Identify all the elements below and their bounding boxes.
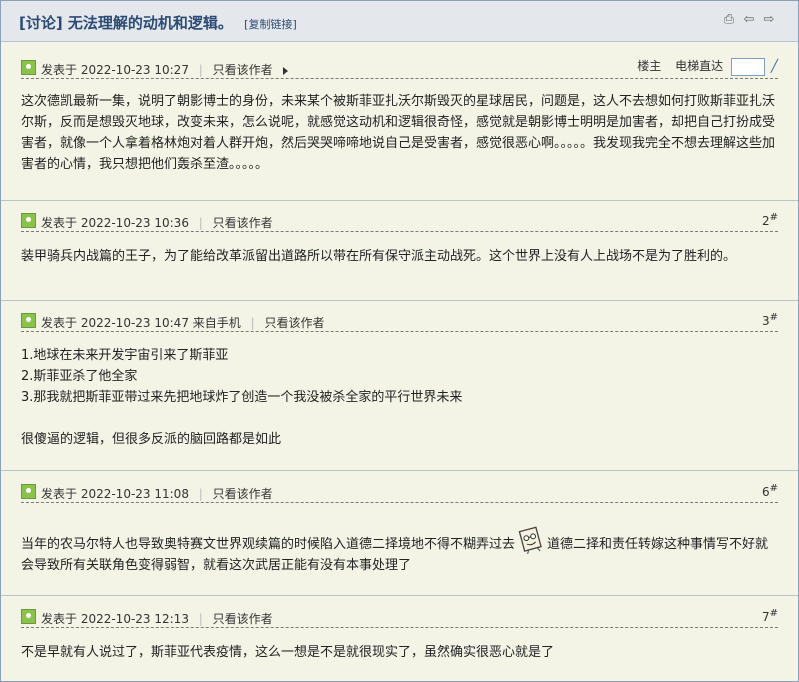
- floor-number[interactable]: 2#: [762, 212, 778, 228]
- post-tools: 楼主 电梯直达 ╱: [637, 57, 778, 76]
- post-body: 装甲骑兵内战篇的王子，为了能给改革派留出道路所以带在所有保守派主动战死。这个世界…: [21, 246, 778, 267]
- floor-mark: #: [769, 212, 778, 223]
- print-icon[interactable]: ⎙: [722, 13, 736, 27]
- prev-thread-icon[interactable]: ⇦: [742, 13, 756, 27]
- post-1: 发表于 2022-10-23 10:27 | 只看该作者 楼主 电梯直达 ╱ 这…: [1, 42, 798, 201]
- next-thread-icon[interactable]: ⇨: [762, 13, 776, 27]
- smiley-emoticon-icon: [517, 526, 545, 555]
- avatar-icon[interactable]: [21, 313, 36, 328]
- avatar-icon[interactable]: [21, 484, 36, 499]
- post-7: 发表于 2022-10-23 12:13 | 只看该作者 7# 不是早就有人说过…: [1, 596, 798, 681]
- jump-label: 电梯直达: [675, 59, 724, 73]
- avatar-icon[interactable]: [21, 213, 36, 228]
- floor-num: 3: [761, 314, 770, 328]
- jump-input[interactable]: [730, 57, 765, 76]
- post-line: 2.斯菲亚杀了他全家: [21, 369, 138, 384]
- thread-title-text: [讨论] 无法理解的动机和逻辑。: [19, 14, 233, 32]
- post-info: 发表于 2022-10-23 11:08 | 只看该作者: [41, 485, 273, 502]
- post-text: 当年的农马尔特人也导致奥特赛文世界观续篇的时候陷入道德二择境地不得不糊弄过去: [21, 537, 516, 552]
- post-line: 很傻逼的逻辑，但很多反派的脑回路都是如此: [21, 432, 282, 447]
- floor-num: 7: [761, 610, 770, 624]
- author-only-link[interactable]: 只看该作者: [213, 63, 273, 77]
- floor-number[interactable]: 6#: [762, 483, 778, 499]
- author-only-link[interactable]: 只看该作者: [213, 612, 273, 626]
- post-text: 这次德凯最新一集，说明了朝影博士的身份，未来某个被斯菲亚扎沃尔斯毁灭的星球居民，…: [21, 94, 776, 172]
- author-only-link[interactable]: 只看该作者: [213, 216, 273, 230]
- post-time: 发表于 2022-10-23 10:47 来自手机: [41, 316, 241, 330]
- post-body: 不是早就有人说过了，斯菲亚代表疫情，这么一想是不是就很现实了，虽然确实很恶心就是…: [21, 642, 778, 663]
- author-only-link[interactable]: 只看该作者: [264, 316, 324, 330]
- author-only-link[interactable]: 只看该作者: [213, 487, 273, 501]
- post-time: 发表于 2022-10-23 12:13: [41, 612, 189, 626]
- post-text: 不是早就有人说过了，斯菲亚代表疫情，这么一想是不是就很现实了，虽然确实很恶心就是…: [21, 645, 555, 660]
- floor-num: 2: [761, 214, 770, 228]
- thread-title: [讨论] 无法理解的动机和逻辑。 [复制链接]: [19, 12, 297, 33]
- post-2: 发表于 2022-10-23 10:36 | 只看该作者 2# 装甲骑兵内战篇的…: [1, 201, 798, 301]
- post-time: 发表于 2022-10-23 11:08: [41, 487, 189, 501]
- floor-num: 6: [761, 485, 770, 499]
- jump-go-icon[interactable]: ╱: [771, 59, 778, 73]
- post-info: 发表于 2022-10-23 10:27 | 只看该作者: [41, 61, 288, 78]
- floor-mark: #: [769, 483, 778, 494]
- post-body: 这次德凯最新一集，说明了朝影博士的身份，未来某个被斯菲亚扎沃尔斯毁灭的星球居民，…: [21, 91, 778, 175]
- divider: |: [250, 316, 255, 330]
- post-body: 1.地球在未来开发宇宙引来了斯菲亚 2.斯菲亚杀了他全家 3.那我就把斯菲亚带过…: [21, 345, 778, 450]
- avatar-icon[interactable]: [21, 609, 36, 624]
- avatar-icon[interactable]: [21, 60, 36, 75]
- post-line: 1.地球在未来开发宇宙引来了斯菲亚: [21, 348, 229, 363]
- post-info: 发表于 2022-10-23 10:36 | 只看该作者: [41, 214, 273, 231]
- post-meta: 发表于 2022-10-23 10:36 | 只看该作者 2#: [21, 212, 778, 232]
- post-line: 3.那我就把斯菲亚带过来先把地球炸了创造一个我没被杀全家的平行世界未来: [21, 390, 463, 405]
- post-meta: 发表于 2022-10-23 10:27 | 只看该作者 楼主 电梯直达 ╱: [21, 57, 778, 79]
- thread-header: [讨论] 无法理解的动机和逻辑。 [复制链接] ⎙ ⇦ ⇨: [1, 1, 798, 42]
- copy-link-button[interactable]: [复制链接]: [244, 18, 297, 31]
- post-time: 发表于 2022-10-23 10:27: [41, 63, 189, 77]
- post-time: 发表于 2022-10-23 10:36: [41, 216, 189, 230]
- post-meta: 发表于 2022-10-23 11:08 | 只看该作者 6#: [21, 483, 778, 503]
- floor-number[interactable]: 7#: [762, 608, 778, 624]
- post-body: 当年的农马尔特人也导致奥特赛文世界观续篇的时候陷入道德二择境地不得不糊弄过去 道德…: [21, 526, 778, 576]
- post-6: 发表于 2022-10-23 11:08 | 只看该作者 6# 当年的农马尔特人…: [1, 471, 798, 596]
- post-info: 发表于 2022-10-23 10:47 来自手机 | 只看该作者: [41, 314, 324, 331]
- divider: |: [198, 612, 203, 626]
- post-text: 装甲骑兵内战篇的王子，为了能给改革派留出道路所以带在所有保守派主动战死。这个世界…: [21, 249, 737, 264]
- thread-tools: ⎙ ⇦ ⇨: [722, 13, 776, 27]
- post-meta: 发表于 2022-10-23 10:47 来自手机 | 只看该作者 3#: [21, 312, 778, 332]
- post-meta: 发表于 2022-10-23 12:13 | 只看该作者 7#: [21, 608, 778, 628]
- divider: |: [198, 63, 203, 77]
- post-info: 发表于 2022-10-23 12:13 | 只看该作者: [41, 610, 273, 627]
- floor-mark: #: [769, 312, 778, 323]
- expand-arrow-icon[interactable]: [282, 66, 288, 75]
- floor-mark: #: [769, 608, 778, 619]
- divider: |: [198, 216, 203, 230]
- floor-label: 楼主: [637, 59, 662, 73]
- thread-frame: [讨论] 无法理解的动机和逻辑。 [复制链接] ⎙ ⇦ ⇨ 发表于 2022-1…: [0, 0, 799, 682]
- post-3: 发表于 2022-10-23 10:47 来自手机 | 只看该作者 3# 1.地…: [1, 301, 798, 471]
- floor-number[interactable]: 3#: [762, 312, 778, 328]
- divider: |: [198, 487, 203, 501]
